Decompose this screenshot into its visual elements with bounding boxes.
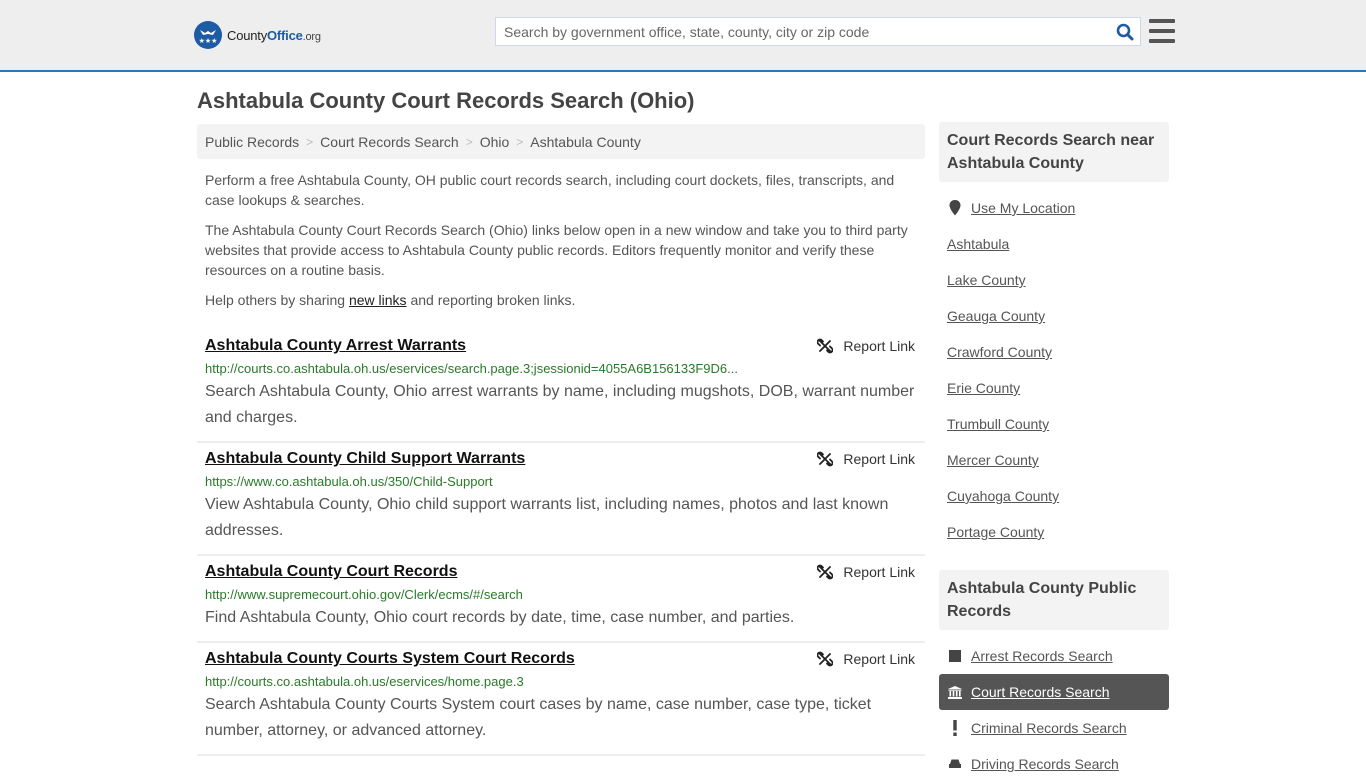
eagle-stars-logo-icon: ★★★ (194, 21, 222, 49)
intro-paragraph: The Ashtabula County Court Records Searc… (205, 222, 908, 278)
result-url: http://courts.co.ashtabula.oh.us/eservic… (205, 361, 738, 376)
nearby-item-portage-county[interactable]: Portage County (939, 514, 1169, 550)
use-my-location-link[interactable]: Use My Location (971, 200, 1075, 216)
nearby-item-geauga-county[interactable]: Geauga County (939, 298, 1169, 334)
result-url: http://courts.co.ashtabula.oh.us/eservic… (205, 674, 524, 689)
page-title: Ashtabula County Court Records Search (O… (197, 88, 695, 113)
breadcrumb-separator: > (306, 134, 314, 149)
public-records-section: Ashtabula County Public Records Arrest R… (939, 570, 1169, 782)
result-description: Search Ashtabula County, Ohio arrest war… (205, 383, 915, 426)
report-link-button[interactable]: Report Link (817, 451, 915, 467)
result-item: Ashtabula County Arrest Warrants Report … (197, 330, 925, 443)
exclamation-icon (947, 720, 963, 736)
intro: Perform a free Ashtabula County, OH publ… (197, 170, 925, 310)
breadcrumb: Public Records > Court Records Search > … (197, 124, 925, 159)
result-url: https://www.co.ashtabula.oh.us/350/Child… (205, 474, 493, 489)
result-description: Find Ashtabula County, Ohio court record… (205, 609, 795, 626)
result-description: Search Ashtabula County Courts System co… (205, 696, 872, 739)
nearby-item-ashtabula[interactable]: Ashtabula (939, 226, 1169, 262)
breadcrumb-separator: > (516, 134, 524, 149)
report-link-button[interactable]: Report Link (817, 651, 915, 667)
map-marker-icon (947, 200, 963, 216)
nearby-item-crawford-county[interactable]: Crawford County (939, 334, 1169, 370)
breadcrumb-ohio[interactable]: Ohio (480, 134, 510, 150)
nearby-heading: Court Records Search near Ashtabula Coun… (939, 122, 1169, 182)
broken-link-icon (817, 338, 834, 354)
breadcrumb-separator: > (465, 134, 473, 149)
breadcrumb-ashtabula-county[interactable]: Ashtabula County (530, 134, 641, 150)
results-list: Ashtabula County Arrest Warrants Report … (197, 330, 925, 756)
nearby-list: Use My Location Ashtabula Lake County Ge… (939, 182, 1169, 550)
result-title-link[interactable]: Ashtabula County Courts System Court Rec… (205, 648, 575, 670)
result-title-link[interactable]: Ashtabula County Court Records (205, 561, 457, 583)
site-header: ★★★ CountyOffice.org (0, 0, 1366, 72)
share-links-paragraph: Help others by sharing new links and rep… (205, 292, 576, 308)
result-item: Ashtabula County Court Records Report Li… (197, 556, 925, 643)
sidebar: Court Records Search near Ashtabula Coun… (939, 122, 1169, 782)
search-input[interactable] (496, 18, 1110, 45)
nearby-item-mercer-county[interactable]: Mercer County (939, 442, 1169, 478)
sidebar-item-driving-records[interactable]: Driving Records Search (939, 746, 1169, 782)
broken-link-icon (817, 451, 834, 467)
use-my-location-item[interactable]: Use My Location (939, 190, 1169, 226)
hamburger-menu-icon[interactable] (1149, 19, 1175, 43)
broken-link-icon (817, 564, 834, 580)
search-icon (1116, 23, 1134, 40)
nearby-item-cuyahoga-county[interactable]: Cuyahoga County (939, 478, 1169, 514)
courthouse-icon (947, 685, 963, 699)
sidebar-item-arrest-records[interactable]: Arrest Records Search (939, 638, 1169, 674)
nearby-item-trumbull-county[interactable]: Trumbull County (939, 406, 1169, 442)
search-button[interactable] (1110, 18, 1140, 45)
sidebar-item-court-records[interactable]: Court Records Search (939, 674, 1169, 710)
result-item: Ashtabula County Courts System Court Rec… (197, 643, 925, 756)
breadcrumb-public-records[interactable]: Public Records (205, 134, 299, 150)
main-content: Public Records > Court Records Search > … (197, 124, 925, 756)
result-title-link[interactable]: Ashtabula County Child Support Warrants (205, 448, 525, 470)
nearby-item-erie-county[interactable]: Erie County (939, 370, 1169, 406)
result-url: http://www.supremecourt.ohio.gov/Clerk/e… (205, 587, 523, 602)
broken-link-icon (817, 651, 834, 667)
svg-text:★★★: ★★★ (199, 37, 218, 45)
intro-paragraph: Perform a free Ashtabula County, OH publ… (205, 172, 895, 208)
logo-text: CountyOffice.org (227, 27, 321, 43)
site-logo[interactable]: ★★★ CountyOffice.org (194, 21, 321, 49)
car-icon (947, 758, 963, 770)
result-description: View Ashtabula County, Ohio child suppor… (205, 496, 889, 539)
report-link-button[interactable]: Report Link (817, 564, 915, 580)
search-box (495, 17, 1141, 46)
report-link-button[interactable]: Report Link (817, 338, 915, 354)
public-records-heading: Ashtabula County Public Records (939, 570, 1169, 630)
square-icon (947, 650, 963, 662)
result-item: Ashtabula County Child Support Warrants … (197, 443, 925, 556)
sidebar-item-criminal-records[interactable]: Criminal Records Search (939, 710, 1169, 746)
result-title-link[interactable]: Ashtabula County Arrest Warrants (205, 335, 466, 357)
nearby-item-lake-county[interactable]: Lake County (939, 262, 1169, 298)
new-links-link[interactable]: new links (349, 292, 407, 308)
breadcrumb-court-records-search[interactable]: Court Records Search (320, 134, 459, 150)
public-records-list: Arrest Records Search Court Records Sear… (939, 630, 1169, 782)
